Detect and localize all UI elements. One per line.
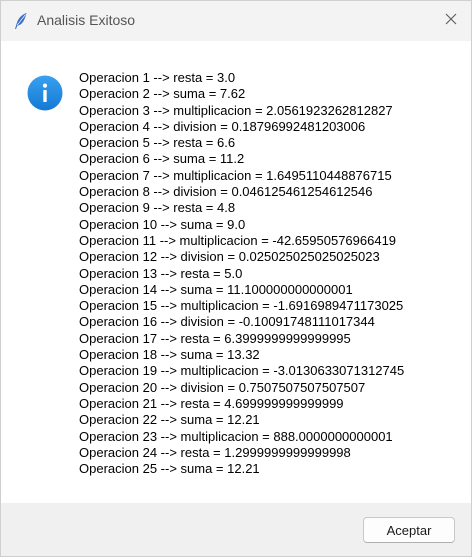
message-line: Operacion 1 --> resta = 3.0 xyxy=(79,70,236,85)
message-line: Operacion 6 --> suma = 11.2 xyxy=(79,151,245,167)
message-line: Operacion 12 --> division = 0.0250250250… xyxy=(79,249,380,265)
title-bar[interactable]: Analisis Exitoso xyxy=(1,1,471,41)
message-line: Operacion 22 --> suma = 12.21 xyxy=(79,412,260,428)
accept-button[interactable]: Aceptar xyxy=(363,517,455,543)
message-line: Operacion 17 --> resta = 6.3999999999999… xyxy=(79,330,351,346)
message-line: Operacion 15 --> multiplicacion = -1.691… xyxy=(79,298,404,314)
message-line: Operacion 20 --> division = 0.7507507507… xyxy=(79,379,366,395)
message-line: Operacion 10 --> suma = 9.0 xyxy=(79,216,246,232)
message-dialog: Analisis Exitoso Operacion 1 --> resta =… xyxy=(0,0,472,557)
message-line: Operacion 24 --> resta = 1.2999999999999… xyxy=(79,444,351,460)
close-icon xyxy=(445,12,457,30)
message-line: Operacion 8 --> division = 0.04612546125… xyxy=(79,184,373,200)
message-line: Operacion 18 --> suma = 13.32 xyxy=(79,347,260,363)
close-button[interactable] xyxy=(431,1,471,41)
message-line: Operacion 7 --> multiplicacion = 1.64951… xyxy=(79,167,392,183)
message-line: Operacion 11 --> multiplicacion = -42.65… xyxy=(79,232,397,248)
message-text: Operacion 1 --> resta = 3.0 Operacion 2 -… xyxy=(79,70,465,477)
info-icon xyxy=(27,75,63,111)
window-title: Analisis Exitoso xyxy=(37,12,136,28)
message-line: Operacion 19 --> multiplicacion = -3.013… xyxy=(79,363,405,379)
dialog-footer: Aceptar xyxy=(1,503,471,556)
message-line: Operacion 14 --> suma = 11.1000000000000… xyxy=(79,281,353,297)
message-line: Operacion 5 --> resta = 6.6 xyxy=(79,135,236,151)
dialog-body: Operacion 1 --> resta = 3.0 Operacion 2 -… xyxy=(1,41,471,503)
feather-icon xyxy=(13,12,29,30)
message-line: Operacion 13 --> resta = 5.0 xyxy=(79,265,243,281)
message-line: Operacion 21 --> resta = 4.6999999999999… xyxy=(79,395,344,411)
message-line: Operacion 16 --> division = -0.100917481… xyxy=(79,314,375,330)
message-line: Operacion 23 --> multiplicacion = 888.00… xyxy=(79,428,393,444)
message-line: Operacion 3 --> multiplicacion = 2.05619… xyxy=(79,102,393,118)
message-line: Operacion 25 --> suma = 12.21 xyxy=(79,461,260,477)
message-line: Operacion 4 --> division = 0.18796992481… xyxy=(79,118,366,134)
message-line: Operacion 9 --> resta = 4.8 xyxy=(79,200,236,216)
message-line: Operacion 2 --> suma = 7.62 xyxy=(79,86,246,102)
